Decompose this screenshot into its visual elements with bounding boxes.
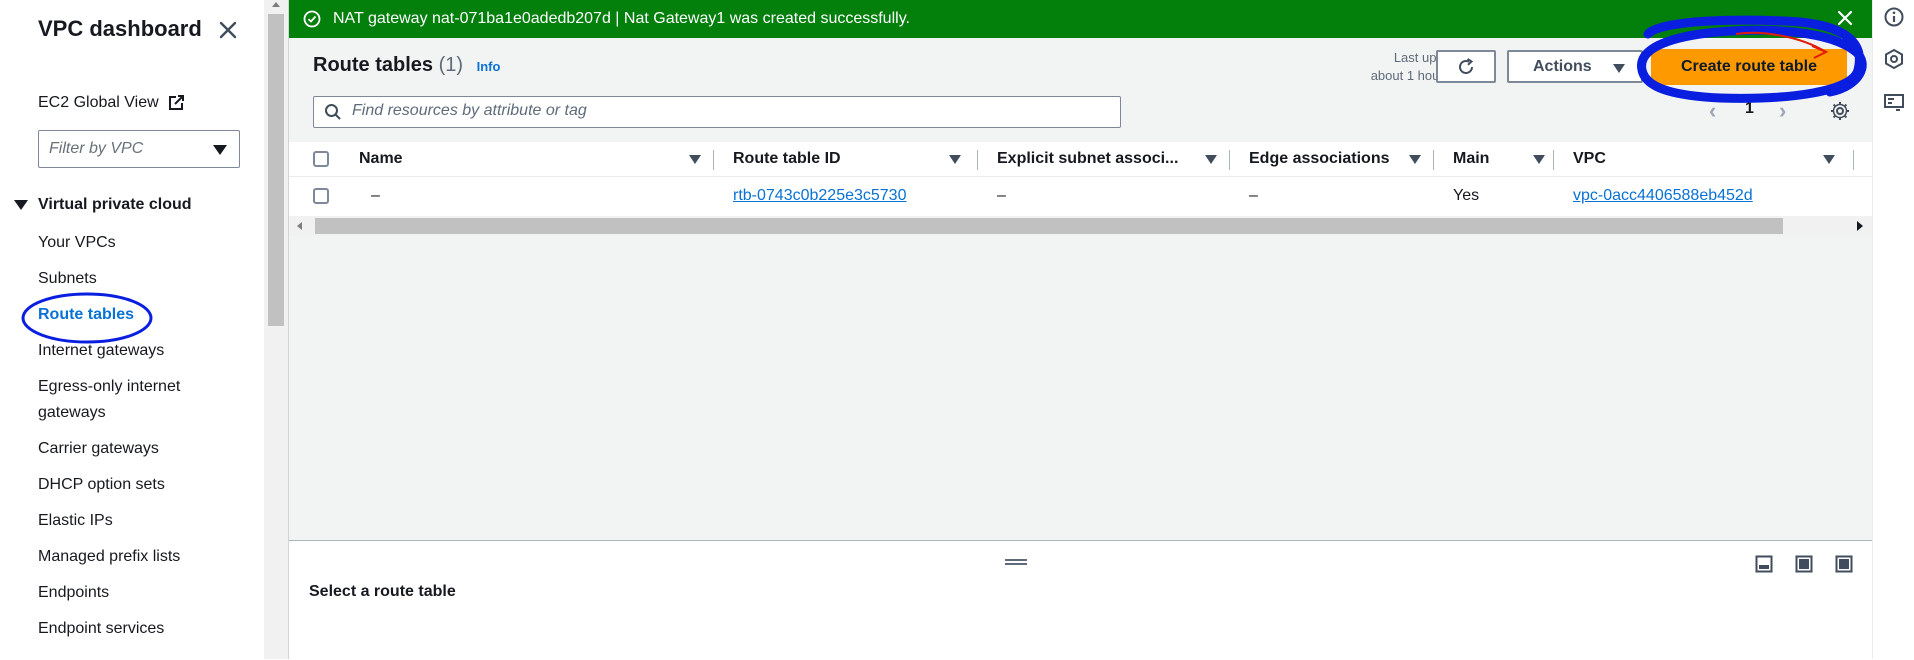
create-route-table-button[interactable]: Create route table: [1651, 49, 1847, 85]
table-header-row: Name Route table ID Explicit subnet asso…: [289, 142, 1873, 177]
sort-icon: [949, 155, 961, 164]
column-label: Name: [359, 150, 403, 167]
sidebar-item-internet-gateways[interactable]: Internet gateways: [38, 338, 164, 364]
search-placeholder: Find resources by attribute or tag: [352, 102, 587, 119]
sidebar-item-managed-prefix-lists[interactable]: Managed prefix lists: [38, 544, 180, 570]
pagination: ‹ 1 ›: [1709, 98, 1819, 126]
column-divider[interactable]: [1553, 150, 1554, 170]
panel-side-icon[interactable]: [1795, 555, 1813, 573]
refresh-icon: [1459, 58, 1474, 74]
sidebar-item-carrier-gateways[interactable]: Carrier gateways: [38, 436, 159, 462]
search-input[interactable]: Find resources by attribute or tag: [313, 96, 1121, 128]
sort-icon: [1409, 155, 1421, 164]
success-icon: [303, 10, 321, 28]
column-header-route-table-id[interactable]: Route table ID: [733, 142, 961, 176]
security-icon[interactable]: [1883, 48, 1905, 70]
sidebar-item-endpoint-services[interactable]: Endpoint services: [38, 616, 164, 642]
column-divider[interactable]: [1853, 150, 1854, 170]
scroll-right-arrow[interactable]: [1857, 221, 1863, 231]
notifications-icon[interactable]: [1883, 92, 1905, 114]
scroll-up-arrow[interactable]: [272, 2, 280, 7]
cell-explicit-subnet: –: [997, 187, 1006, 204]
success-flash-bar: NAT gateway nat-071ba1e0adedb207d | Nat …: [289, 0, 1873, 38]
select-all-checkbox[interactable]: [313, 151, 329, 167]
settings-icon[interactable]: [1829, 100, 1851, 122]
sort-icon: [1205, 155, 1217, 164]
cell-main: Yes: [1453, 187, 1480, 204]
next-page-icon[interactable]: ›: [1779, 98, 1786, 124]
column-label: VPC: [1573, 150, 1606, 167]
main-content: NAT gateway nat-071ba1e0adedb207d | Nat …: [288, 0, 1873, 660]
sidebar-item-egress-only-internet-gateways[interactable]: Egress-only internet gateways: [38, 374, 208, 426]
sort-icon: [1533, 155, 1545, 164]
row-checkbox[interactable]: [313, 188, 329, 204]
close-icon[interactable]: [214, 16, 242, 44]
sidebar-scrollbar[interactable]: [264, 0, 288, 659]
actions-label: Actions: [1533, 58, 1592, 75]
sidebar-item-elastic-ips[interactable]: Elastic IPs: [38, 508, 113, 534]
cell-edge-associations: –: [1249, 187, 1258, 204]
column-header-name[interactable]: Name: [359, 142, 701, 176]
search-icon: [325, 104, 341, 120]
sidebar-item-your-vpcs[interactable]: Your VPCs: [38, 230, 116, 256]
global-view-label: EC2 Global View: [38, 94, 159, 111]
column-divider[interactable]: [977, 150, 978, 170]
refresh-button[interactable]: [1436, 50, 1496, 83]
ec2-global-view-link[interactable]: EC2 Global View: [38, 94, 185, 112]
column-header-vpc[interactable]: VPC: [1573, 142, 1835, 176]
close-icon[interactable]: [1835, 8, 1855, 28]
info-icon[interactable]: [1883, 6, 1905, 28]
column-label: Main: [1453, 150, 1490, 167]
sidebar-title[interactable]: VPC dashboard: [38, 16, 202, 42]
title-text: Route tables: [313, 54, 434, 76]
actions-dropdown[interactable]: Actions: [1507, 50, 1643, 83]
caret-down-icon: [14, 200, 28, 210]
sort-icon: [1823, 155, 1835, 164]
table-row[interactable]: – rtb-0743c0b225e3c5730 – – Yes vpc-0acc…: [289, 177, 1873, 215]
tools-rail: [1872, 0, 1914, 659]
scroll-left-arrow[interactable]: [297, 222, 302, 230]
panel-bottom-icon[interactable]: [1755, 555, 1773, 573]
column-label: Edge associations: [1249, 150, 1390, 167]
sidebar-item-dhcp-option-sets[interactable]: DHCP option sets: [38, 472, 165, 498]
scrollbar-thumb[interactable]: [268, 14, 284, 326]
side-navigation: VPC dashboard EC2 Global View Filter by …: [0, 0, 264, 659]
resize-handle[interactable]: [1005, 559, 1027, 565]
previous-page-icon[interactable]: ‹: [1709, 98, 1716, 124]
column-divider[interactable]: [713, 150, 714, 170]
section-virtual-private-cloud[interactable]: Virtual private cloud: [14, 196, 192, 214]
external-link-icon: [168, 95, 184, 110]
cell-name: –: [371, 187, 380, 204]
info-link[interactable]: Info: [477, 59, 501, 74]
column-header-edge-associations[interactable]: Edge associations: [1249, 142, 1439, 176]
column-divider[interactable]: [1433, 150, 1434, 170]
scrollbar-thumb[interactable]: [315, 218, 1783, 234]
filter-placeholder: Filter by VPC: [49, 140, 144, 157]
page-number[interactable]: 1: [1745, 100, 1754, 118]
split-panel: Select a route table: [289, 540, 1873, 660]
sidebar-item-route-tables[interactable]: Route tables: [38, 302, 134, 328]
filter-by-vpc-select[interactable]: Filter by VPC: [38, 130, 240, 168]
column-label: Route table ID: [733, 150, 841, 167]
panel-full-icon[interactable]: [1835, 555, 1853, 573]
column-header-explicit-subnet[interactable]: Explicit subnet associ...: [997, 142, 1217, 176]
table-empty-area: [289, 236, 1873, 540]
page-title: Route tables (1) Info: [313, 54, 500, 77]
sidebar-item-subnets[interactable]: Subnets: [38, 266, 97, 292]
caret-down-icon: [213, 145, 227, 155]
sidebar-item-endpoints[interactable]: Endpoints: [38, 580, 109, 606]
caret-down-icon: [1613, 64, 1625, 73]
resource-count: (1): [438, 54, 464, 76]
column-header-main[interactable]: Main: [1453, 142, 1545, 176]
column-label: Explicit subnet associ...: [997, 150, 1179, 167]
sort-icon: [689, 155, 701, 164]
section-label: Virtual private cloud: [38, 196, 192, 213]
cell-route-table-id-link[interactable]: rtb-0743c0b225e3c5730: [733, 177, 906, 215]
split-panel-message: Select a route table: [309, 583, 456, 600]
flash-message: NAT gateway nat-071ba1e0adedb207d | Nat …: [333, 10, 910, 27]
table-horizontal-scrollbar[interactable]: [289, 216, 1873, 236]
cell-vpc-link[interactable]: vpc-0acc4406588eb452d: [1573, 177, 1753, 215]
column-divider[interactable]: [1229, 150, 1230, 170]
